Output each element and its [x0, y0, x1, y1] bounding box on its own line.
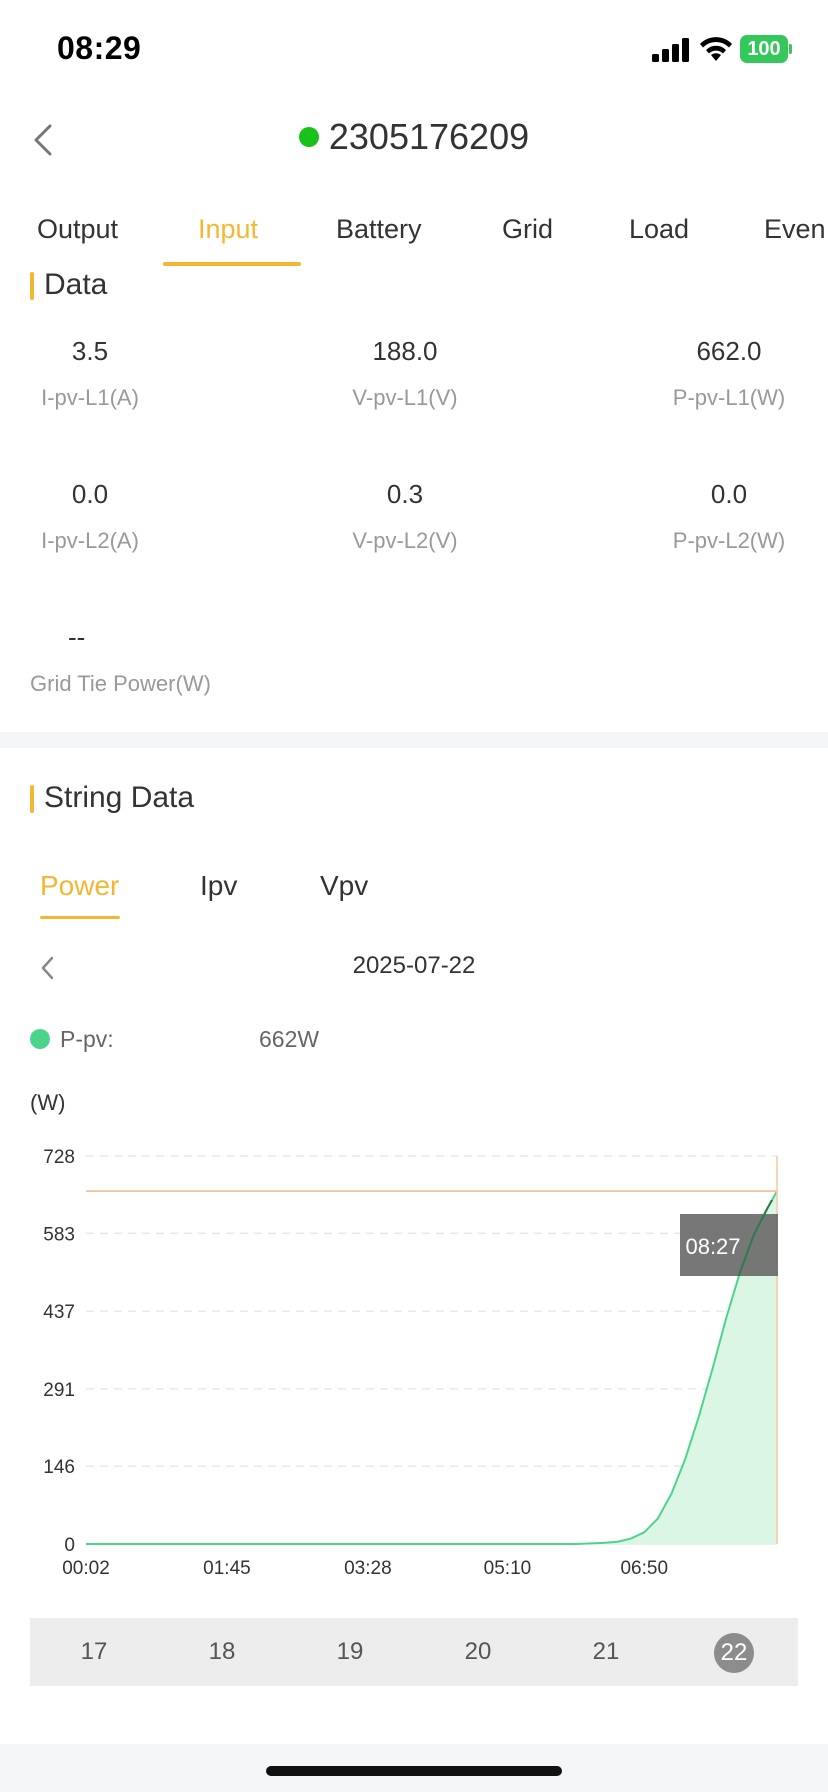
subtab-active-indicator: [40, 916, 120, 919]
day-item[interactable]: 17: [30, 1618, 158, 1686]
day-label: 19: [336, 1638, 364, 1665]
y-tick-label: 728: [43, 1147, 75, 1168]
metric-v-pv-l1: 188.0 V-pv-L1(V): [325, 336, 485, 411]
legend-value: 662W: [259, 1026, 320, 1052]
data-section-title: Data: [30, 268, 107, 302]
home-indicator[interactable]: [266, 1766, 562, 1776]
metric-value: 662.0: [696, 336, 762, 366]
day-label: 20: [464, 1638, 492, 1665]
metric-p-pv-l2: 0.0 P-pv-L2(W): [649, 479, 809, 554]
tab-load[interactable]: Load: [629, 214, 689, 245]
tab-battery[interactable]: Battery: [336, 214, 422, 245]
status-time: 08:29: [57, 30, 142, 66]
day-selector: 17 18 19 20 21 22: [30, 1618, 798, 1686]
tab-output[interactable]: Output: [37, 214, 118, 245]
tab-grid[interactable]: Grid: [502, 214, 553, 245]
string-data-section-title: String Data: [30, 781, 194, 815]
metric-value: 0.0: [710, 479, 748, 509]
metric-v-pv-l2: 0.3 V-pv-L2(V): [325, 479, 485, 554]
battery-tip: [789, 44, 792, 54]
power-chart[interactable]: 0 146 291 437 583 728 00:02 01:45 03:28 05:10 06:5…: [0, 1120, 828, 1580]
tooltip-label: 08:27: [685, 1234, 740, 1259]
day-label: 17: [80, 1638, 108, 1665]
metric-label: P-pv-L1(W): [672, 385, 786, 410]
selected-date[interactable]: 2025-07-22: [0, 952, 828, 980]
metric-p-pv-l1: 662.0 P-pv-L1(W): [649, 336, 809, 411]
metric-i-pv-l2: 0.0 I-pv-L2(A): [20, 479, 160, 554]
x-tick-label: 05:10: [484, 1558, 532, 1579]
x-tick-label: 01:45: [203, 1558, 251, 1579]
day-item[interactable]: 21: [542, 1618, 670, 1686]
day-item[interactable]: 19: [286, 1618, 414, 1686]
x-tick-label: 00:02: [62, 1558, 110, 1579]
metric-i-pv-l1: 3.5 I-pv-L1(A): [20, 336, 160, 411]
day-label: 21: [592, 1638, 620, 1665]
tab-input[interactable]: Input: [198, 214, 258, 245]
metric-label: I-pv-L1(A): [41, 385, 139, 410]
section-divider: [0, 732, 828, 748]
battery-level: 100: [740, 35, 788, 63]
subtab-power[interactable]: Power: [40, 870, 119, 902]
metric-value: 188.0: [372, 336, 438, 366]
y-tick-label: 583: [43, 1224, 75, 1245]
battery-icon: 100: [740, 35, 792, 63]
chart-unit-label: (W): [30, 1090, 66, 1115]
device-id: 2305176209: [328, 116, 530, 157]
legend-color-dot: [30, 1029, 50, 1049]
x-tick-label: 06:50: [620, 1558, 668, 1579]
day-item[interactable]: 20: [414, 1618, 542, 1686]
tab-active-indicator: [163, 262, 301, 266]
status-bar: 08:29 100: [0, 0, 828, 100]
x-tick-label: 03:28: [344, 1558, 392, 1579]
day-label: 18: [208, 1638, 236, 1665]
metric-grid-tie-power: -- Grid Tie Power(W): [30, 622, 211, 697]
y-tick-label: 146: [43, 1457, 75, 1478]
metric-label: Grid Tie Power(W): [30, 671, 211, 696]
page: 08:29 100 2305176209 Output Input Batter…: [0, 0, 828, 1792]
online-status-dot: [298, 127, 319, 147]
metric-value: 0.3: [386, 479, 424, 509]
wifi-icon: [700, 37, 732, 61]
cellular-signal-icon: [652, 38, 689, 62]
metric-label: I-pv-L2(A): [41, 528, 139, 553]
subtab-ipv[interactable]: Ipv: [200, 870, 237, 902]
tab-events[interactable]: Even: [764, 214, 826, 245]
metric-label: V-pv-L1(V): [352, 385, 458, 410]
tab-bar: Output Input Battery Grid Load Even: [0, 210, 828, 270]
y-tick-label: 0: [64, 1535, 75, 1556]
day-item[interactable]: 18: [158, 1618, 286, 1686]
metric-value: 0.0: [71, 479, 109, 509]
day-item-selected[interactable]: 22: [670, 1618, 798, 1686]
y-tick-label: 437: [43, 1302, 75, 1323]
y-tick-label: 291: [43, 1380, 75, 1401]
subtab-vpv[interactable]: Vpv: [320, 870, 368, 902]
legend-label: P-pv:: [60, 1026, 114, 1052]
page-title: 2305176209: [0, 116, 828, 158]
day-label: 22: [714, 1632, 754, 1673]
metric-value: 3.5: [71, 336, 109, 366]
metric-label: V-pv-L2(V): [352, 528, 458, 553]
metric-value: --: [68, 622, 86, 652]
series-line: [86, 1190, 778, 1545]
metric-label: P-pv-L2(W): [672, 528, 786, 553]
